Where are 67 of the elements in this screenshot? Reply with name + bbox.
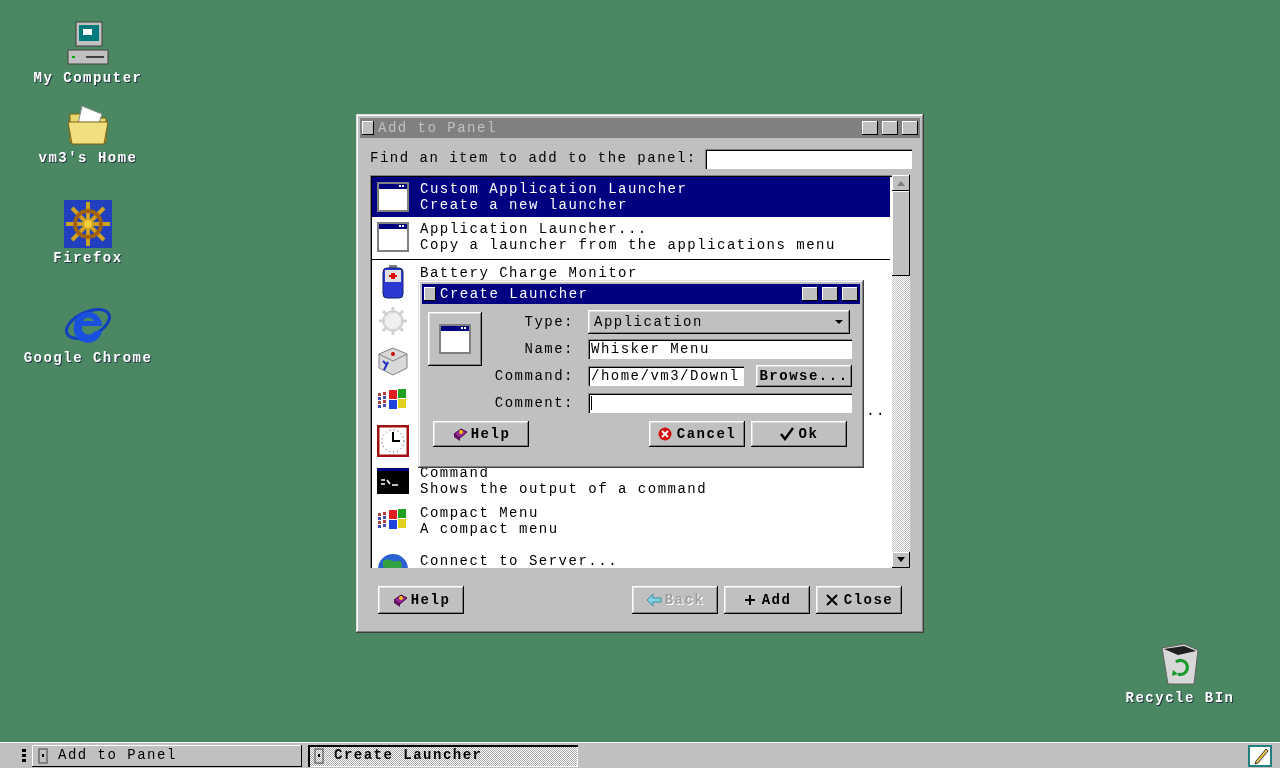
window-menu-button[interactable]: [424, 287, 436, 301]
help-button[interactable]: Help: [378, 586, 464, 614]
comment-field[interactable]: [588, 393, 852, 413]
checkmark-icon: [779, 427, 796, 441]
taskbar-button[interactable]: Add to Panel: [32, 744, 302, 767]
close-icon: [824, 593, 841, 607]
field-label: Name:: [523, 339, 575, 359]
item-text: Compact Menu A compact menu: [420, 505, 559, 537]
search-label: Find an item to add to the panel:: [370, 149, 697, 168]
name-field[interactable]: Whisker Menu: [588, 339, 852, 359]
field-label: Comment:: [493, 393, 575, 413]
notepad-icon[interactable]: [1248, 744, 1272, 767]
ship-wheel-icon[interactable]: [64, 200, 112, 248]
book-icon: [451, 427, 468, 441]
desktop-icon-label[interactable]: Google Chrome: [23, 348, 153, 369]
arrow-left-icon: [645, 593, 662, 607]
book-icon: [391, 593, 408, 607]
close-button[interactable]: [842, 287, 858, 301]
field-label: Type:: [523, 312, 575, 332]
launcher-icon-button[interactable]: [428, 312, 482, 366]
window-icon: [38, 747, 48, 764]
list-item[interactable]: Custom Application Launcher Create a new launcher: [372, 177, 890, 217]
scrollbar[interactable]: [892, 175, 910, 568]
window-menu-button[interactable]: [362, 121, 374, 135]
computer-icon[interactable]: [64, 20, 112, 68]
window-title: Add to Panel: [378, 118, 498, 138]
battery-icon: [381, 265, 405, 299]
field-label: Command:: [493, 366, 575, 386]
minimize-button[interactable]: [802, 287, 818, 301]
type-dropdown[interactable]: Application: [588, 310, 850, 334]
caret-icon: [834, 319, 844, 325]
scroll-down-arrow-icon[interactable]: [896, 557, 906, 563]
scrollbar-thumb[interactable]: [892, 191, 910, 276]
window-icon: [377, 222, 409, 252]
clock-icon: [377, 425, 409, 457]
desktop-icon-label[interactable]: vm3's Home: [38, 148, 138, 169]
cube-icon: [377, 346, 409, 376]
desktop-icon-label[interactable]: My Computer: [33, 68, 143, 89]
maximize-button[interactable]: [882, 121, 898, 135]
item-text: Battery Charge Monitor: [420, 265, 638, 281]
globe-icon: [377, 551, 409, 568]
add-button[interactable]: Add: [724, 586, 810, 614]
window-icon: [314, 747, 324, 764]
list-item[interactable]: Application Launcher... Copy a launcher from the applications menu: [372, 217, 890, 257]
desktop-icon-label[interactable]: Recycle BIn: [1125, 688, 1235, 709]
window-icon: [377, 182, 409, 212]
gear-icon: [378, 306, 408, 336]
item-text: Command Shows the output of a command: [420, 465, 708, 497]
desktop-icon-label[interactable]: Firefox: [53, 248, 123, 269]
close-button[interactable]: [902, 121, 918, 135]
taskbar-button[interactable]: Create Launcher: [308, 744, 578, 767]
help-button[interactable]: Help: [433, 421, 529, 447]
window-title: Create Launcher: [440, 284, 590, 304]
item-text: ..: [866, 403, 886, 419]
ok-button[interactable]: Ok: [751, 421, 847, 447]
search-field[interactable]: [704, 148, 912, 169]
close-button[interactable]: Close: [816, 586, 902, 614]
cancel-button[interactable]: Cancel: [649, 421, 745, 447]
command-field[interactable]: /home/vm3/Downl: [588, 366, 744, 386]
cancel-icon: [657, 427, 674, 441]
item-text: Connect to Server...: [420, 553, 619, 568]
maximize-button[interactable]: [822, 287, 838, 301]
window-icon: [439, 324, 471, 354]
terminal-icon: [377, 468, 409, 494]
browse-button[interactable]: Browse...: [756, 365, 852, 387]
grip-handle-icon[interactable]: [22, 747, 26, 764]
minimize-button[interactable]: [862, 121, 878, 135]
